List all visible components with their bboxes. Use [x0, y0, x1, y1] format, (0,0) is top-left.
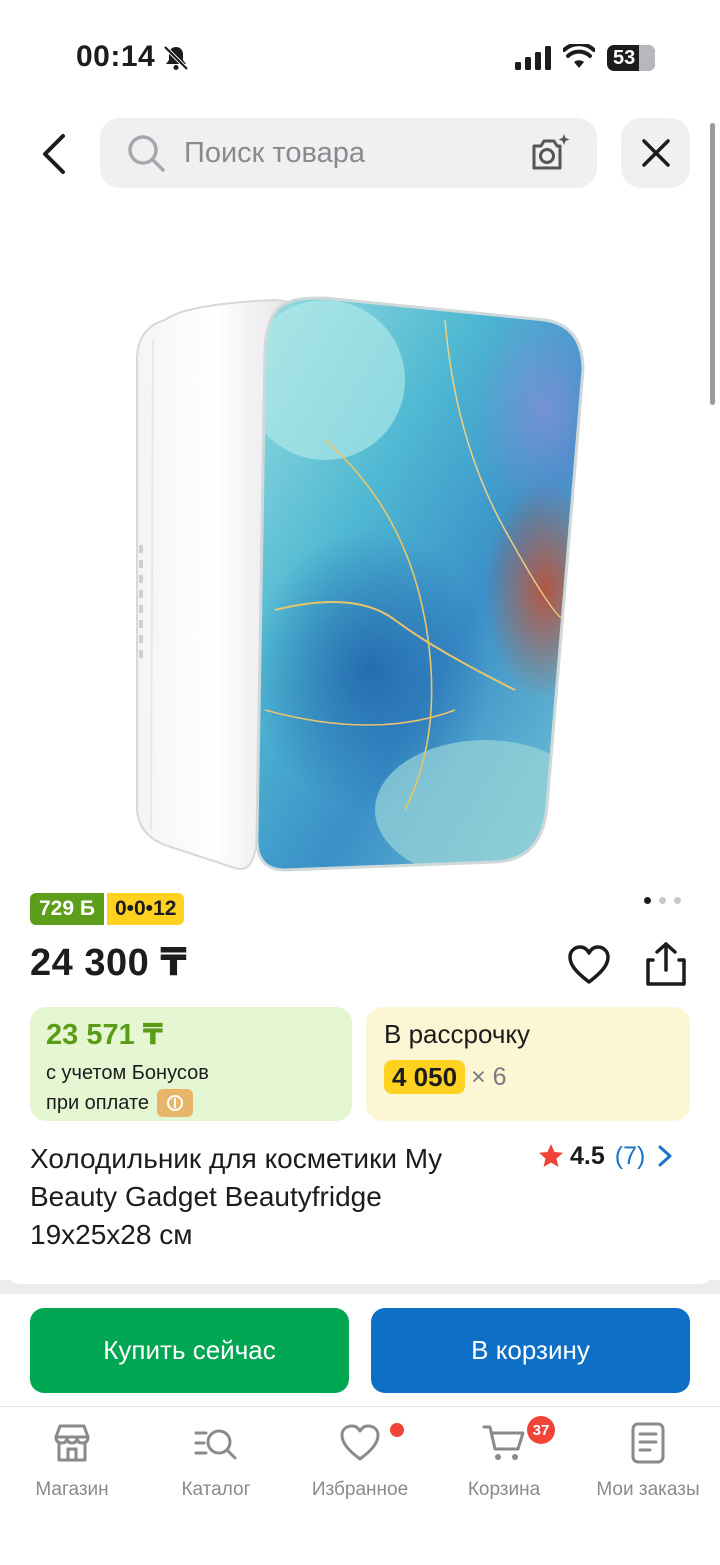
scrollbar[interactable] [710, 123, 715, 405]
installment-badge: 0•0•12 [106, 893, 185, 925]
product-title: Холодильник для косметики My Beauty Gadg… [30, 1143, 443, 1250]
tab-cart[interactable]: Корзина [432, 1421, 576, 1511]
installment-multiplier: × 6 [471, 1062, 507, 1091]
pagination-dot [659, 897, 666, 904]
rating-value: 4.5 [570, 1141, 605, 1170]
tab-orders[interactable]: Мои заказы [576, 1421, 720, 1511]
shop-icon [54, 1424, 90, 1462]
close-icon [641, 139, 670, 167]
search-input[interactable] [184, 118, 514, 188]
back-button[interactable] [30, 128, 78, 180]
signal-icon [515, 46, 551, 70]
tab-label-favorites: Избранное [311, 1479, 409, 1500]
product-price: 24 300 ₸ [30, 942, 188, 984]
bonus-caption-2: при оплате [46, 1092, 150, 1114]
product-rating[interactable]: 4.5 (7) [538, 1140, 675, 1172]
cart-icon [482, 1425, 525, 1460]
installment-amount: 4 050 [384, 1060, 466, 1094]
catalog-search-icon [194, 1429, 237, 1460]
bell-off-icon [163, 45, 189, 71]
product-badges: 729 Б 0•0•12 [30, 893, 185, 925]
buy-now-button[interactable]: Купить сейчас [30, 1308, 349, 1393]
search-bar[interactable] [100, 118, 597, 188]
share-icon[interactable] [643, 940, 689, 988]
image-pagination [644, 897, 681, 904]
star-icon [539, 1144, 563, 1167]
status-bar: 00:14 53 [0, 0, 720, 110]
orders-icon [631, 1422, 665, 1464]
tab-label-orders: Мои заказы [596, 1479, 700, 1500]
bonus-price-card[interactable]: 23 571 ₸ с учетом Бонусов при оплате [30, 1007, 352, 1121]
tab-label-catalog: Каталог [181, 1479, 251, 1500]
installment-card[interactable]: В рассрочку 4 050 × 6 [366, 1007, 690, 1121]
tab-label-shop: Магазин [35, 1479, 109, 1500]
chevron-left-icon [43, 134, 65, 174]
installment-row: 4 050 × 6 [384, 1060, 672, 1094]
bottom-tab-bar: Магазин Каталог Избранное Корзина Мои за… [0, 1406, 720, 1565]
status-time: 00:14 [76, 40, 156, 73]
pagination-dot [674, 897, 681, 904]
installment-title: В рассрочку [384, 1019, 531, 1049]
tab-label-cart: Корзина [467, 1479, 541, 1500]
add-to-cart-button[interactable]: В корзину [371, 1308, 690, 1393]
camera-search-icon[interactable] [528, 132, 572, 174]
bonus-caption-1: с учетом Бонусов [46, 1062, 209, 1084]
favorite-heart-icon[interactable] [566, 942, 612, 988]
close-button[interactable] [621, 118, 690, 188]
product-image[interactable] [125, 290, 595, 880]
tab-catalog[interactable]: Каталог [144, 1421, 288, 1511]
search-icon [128, 135, 165, 172]
payment-logo-icon [157, 1089, 194, 1117]
battery-level: 53 [613, 46, 636, 69]
favorites-notification-dot [390, 1423, 404, 1437]
tab-favorites[interactable]: Избранное [288, 1421, 432, 1511]
cart-count-badge: 37 [527, 1416, 555, 1444]
chevron-right-icon [658, 1145, 672, 1167]
heart-icon [340, 1424, 380, 1461]
bonus-badge: 729 Б [30, 893, 104, 925]
pagination-dot-active [644, 897, 651, 904]
bonus-caption-row: при оплате [46, 1088, 336, 1118]
reviews-count[interactable]: (7) [615, 1142, 646, 1171]
wifi-icon [563, 44, 595, 68]
battery-indicator: 53 [607, 45, 655, 71]
tab-shop[interactable]: Магазин [0, 1421, 144, 1511]
bonus-price: 23 571 ₸ [46, 1019, 163, 1051]
card-bottom-edge [0, 1262, 720, 1284]
